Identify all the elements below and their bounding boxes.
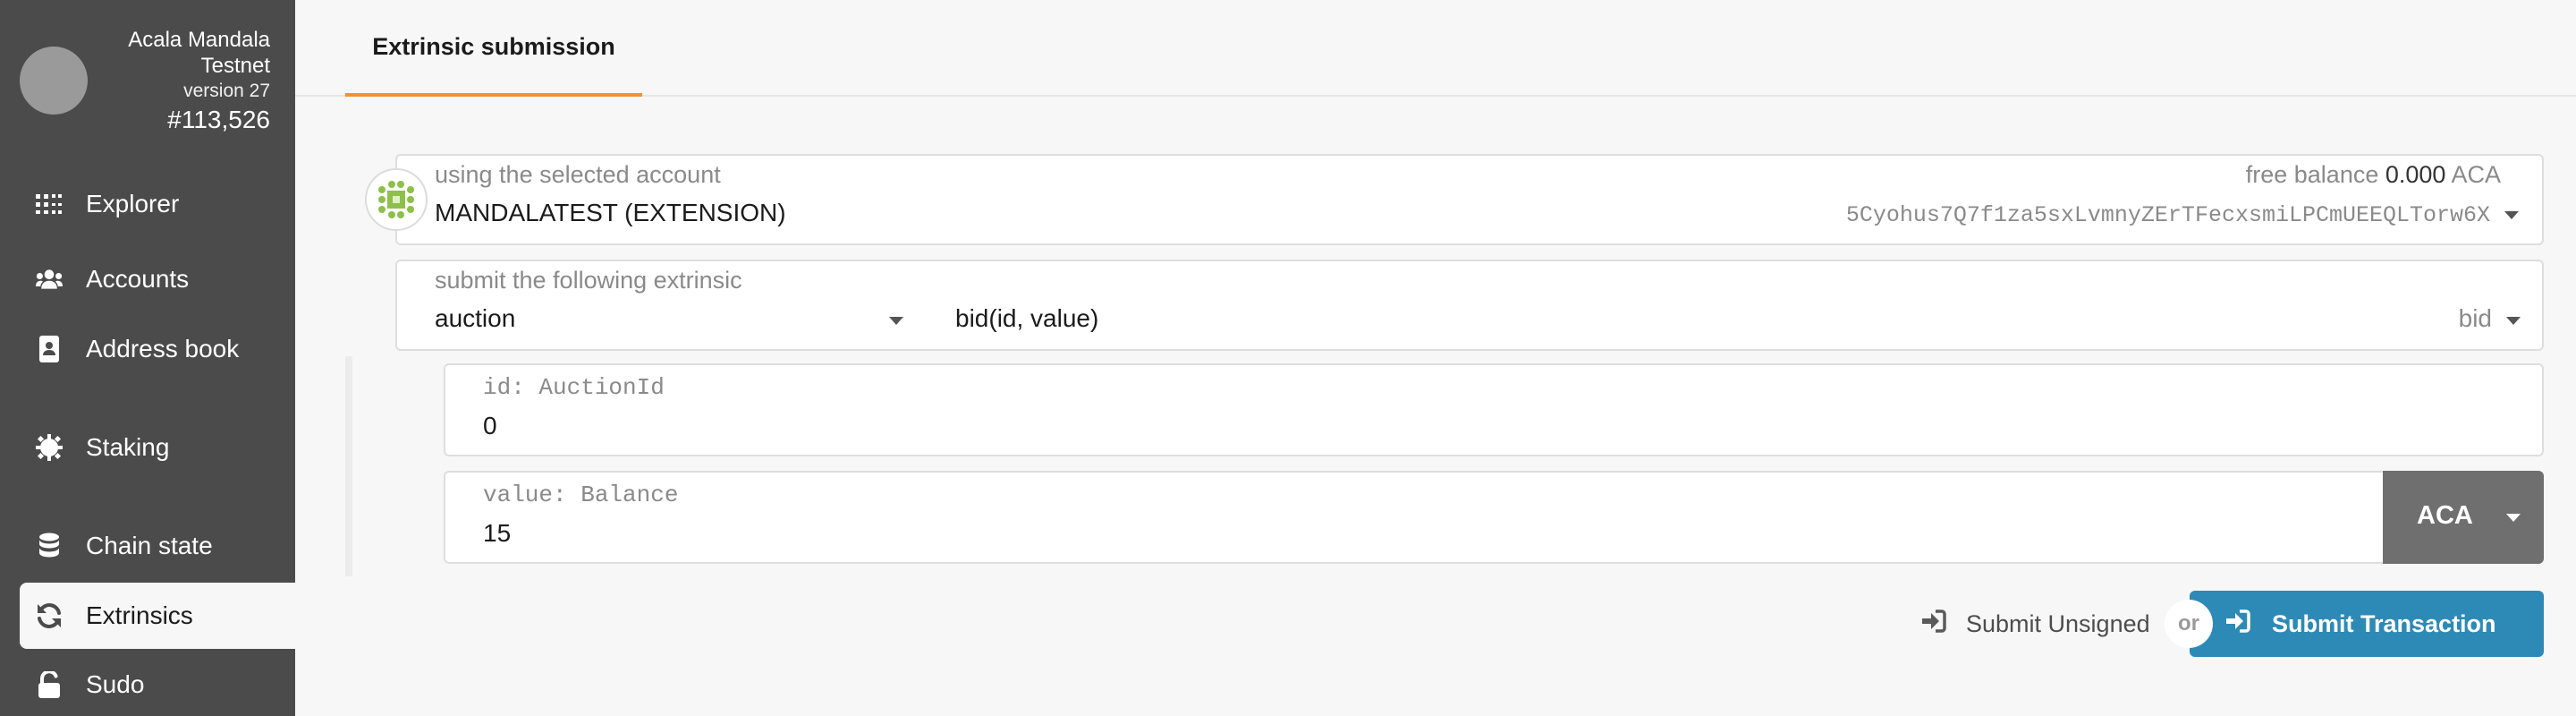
extrinsic-select-label: submit the following extrinsic <box>435 267 742 294</box>
sidebar-item-extrinsics[interactable]: Extrinsics <box>20 583 295 649</box>
explorer-icon <box>36 191 63 217</box>
free-balance-value: 0.000 <box>2385 161 2446 188</box>
address-book-icon <box>36 336 63 362</box>
sync-icon <box>36 602 63 629</box>
param-id-value: 0 <box>483 412 497 439</box>
chain-text: Acala Mandala Testnet version 27 #113,52… <box>73 27 270 136</box>
tab-extrinsic-submission[interactable]: Extrinsic submission <box>345 0 642 97</box>
sidebar-item-explorer[interactable]: Explorer <box>20 171 295 237</box>
submit-unsigned-label: Submit Unsigned <box>1966 609 2150 637</box>
module-dropdown[interactable]: auction <box>397 295 925 351</box>
free-balance-unit: ACA <box>2451 161 2501 188</box>
account-identicon[interactable] <box>365 168 428 231</box>
param-value-value: 15 <box>483 519 512 547</box>
account-select-label: using the selected account <box>435 161 721 188</box>
params-group-rule <box>345 356 352 576</box>
chevron-down-icon <box>2506 514 2521 522</box>
sidebar-item-accounts[interactable]: Accounts <box>20 246 295 312</box>
chain-info[interactable]: Acala Mandala Testnet version 27 #113,52… <box>0 0 295 143</box>
submit-transaction-button[interactable]: Submit Transaction <box>2190 591 2544 657</box>
submit-unsigned-button[interactable]: Submit Unsigned <box>1911 594 2152 653</box>
extrinsic-select: submit the following extrinsic auction b… <box>395 260 2544 351</box>
module-value: auction <box>435 304 516 332</box>
sidebar-item-label: Extrinsics <box>86 601 193 629</box>
method-name: bid <box>2458 304 2492 332</box>
sidebar-item-label: Explorer <box>86 190 180 217</box>
sidebar-item-label: Sudo <box>86 670 145 698</box>
param-value-label: value: Balance <box>483 482 679 508</box>
staking-icon <box>36 434 63 461</box>
chevron-down-icon <box>889 317 903 325</box>
sign-in-icon <box>1921 609 1946 640</box>
chain-name: Acala Mandala Testnet <box>128 28 270 78</box>
account-name: MANDALATEST (EXTENSION) <box>435 199 786 226</box>
sidebar-item-label: Address book <box>86 335 240 362</box>
identicon-icon <box>378 181 414 218</box>
account-address: 5Cyohus7Q7f1za5sxLvmnyZErTFecxsmiLPCmUEE… <box>1845 202 2490 228</box>
account-select[interactable]: using the selected account MANDALATEST (… <box>395 154 2544 245</box>
sign-in-icon <box>2225 609 2250 640</box>
sidebar-item-label: Chain state <box>86 532 213 559</box>
sidebar-item-chain-state[interactable]: Chain state <box>20 513 295 579</box>
param-value-field[interactable]: value: Balance 15 <box>444 471 2383 564</box>
database-icon <box>36 533 63 559</box>
sidebar-item-label: Accounts <box>86 265 190 293</box>
sidebar-item-address-book[interactable]: Address book <box>20 316 295 382</box>
param-id-field[interactable]: id: AuctionId 0 <box>444 363 2544 456</box>
sidebar-item-staking[interactable]: Staking <box>20 414 295 481</box>
sidebar: Acala Mandala Testnet version 27 #113,52… <box>0 0 295 716</box>
currency-label: ACA <box>2417 501 2473 530</box>
users-icon <box>36 266 63 293</box>
sidebar-item-sudo[interactable]: Sudo <box>20 652 295 716</box>
currency-dropdown[interactable]: ACA <box>2383 471 2544 564</box>
chain-version: version 27 <box>183 81 270 101</box>
free-balance: free balance 0.000 ACA <box>2246 161 2501 189</box>
param-id-label: id: AuctionId <box>483 374 665 401</box>
sidebar-item-label: Staking <box>86 433 170 461</box>
call-signature: bid(id, value) <box>955 304 1099 332</box>
chevron-down-icon <box>2504 211 2519 219</box>
chain-block-number: #113,526 <box>167 106 270 133</box>
or-separator: or <box>2165 600 2213 648</box>
chevron-down-icon <box>2506 317 2521 325</box>
tab-bar: Extrinsic submission <box>295 0 2576 97</box>
unlock-icon <box>36 671 63 698</box>
method-dropdown[interactable]: bid(id, value) bid <box>925 295 2544 351</box>
submit-transaction-label: Submit Transaction <box>2272 609 2496 637</box>
free-balance-label: free balance <box>2245 161 2379 188</box>
